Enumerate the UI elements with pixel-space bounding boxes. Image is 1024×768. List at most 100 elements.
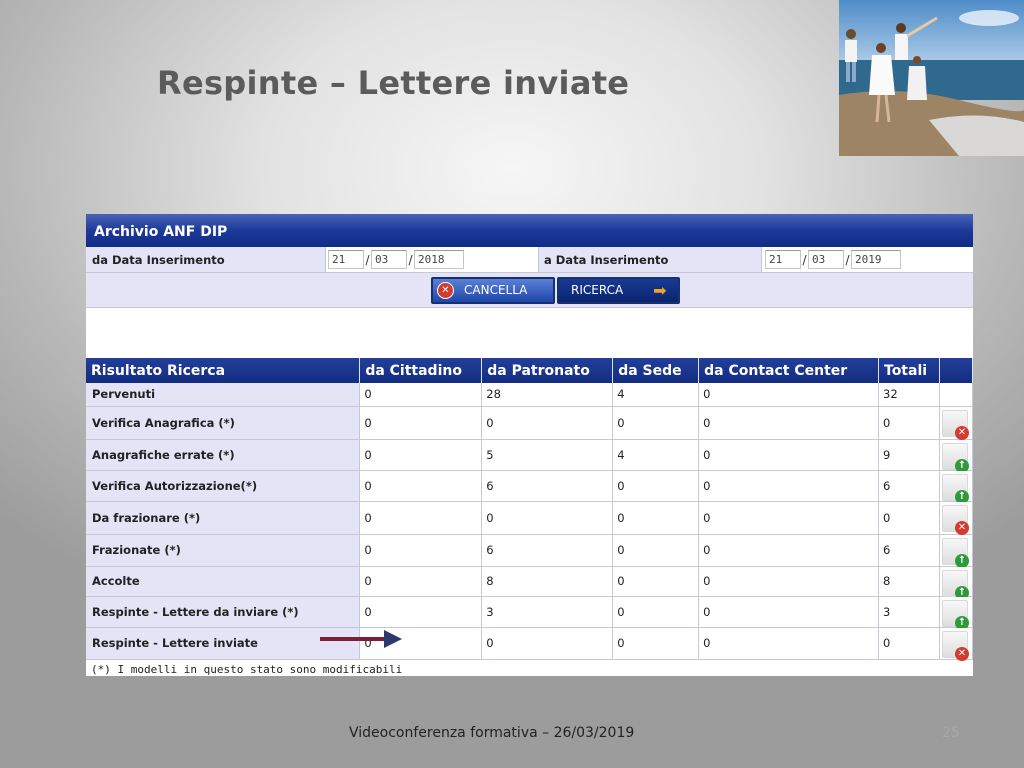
col-header-patronato: da Patronato bbox=[481, 358, 614, 383]
enable-button[interactable]: ↑ bbox=[941, 599, 969, 630]
from-year-input[interactable]: 2018 bbox=[414, 250, 464, 269]
results-header-row: Risultato Ricerca da Cittadino da Patron… bbox=[86, 358, 973, 383]
cell-contact-center: 0 bbox=[698, 470, 879, 502]
to-day-input[interactable]: 21 bbox=[765, 250, 801, 269]
col-header-contact-center: da Contact Center bbox=[698, 358, 879, 383]
date-separator: / bbox=[365, 252, 370, 267]
enable-button[interactable]: ↑ bbox=[941, 537, 969, 568]
table-row: Frazionate (*) 0 6 0 0 6 ↑ bbox=[86, 534, 973, 568]
cell-office: 0 bbox=[612, 566, 700, 597]
row-action-cell: ↑ bbox=[939, 566, 973, 600]
row-label: Respinte - Lettere da inviare (*) bbox=[86, 596, 361, 628]
table-row: Verifica Anagrafica (*) 0 0 0 0 0 ✕ bbox=[86, 406, 973, 440]
cell-patronato: 0 bbox=[481, 501, 614, 535]
enable-button[interactable]: ↑ bbox=[941, 442, 969, 473]
cell-office: 4 bbox=[612, 383, 700, 407]
cell-patronato: 8 bbox=[481, 566, 614, 597]
arrow-right-icon: ➡ bbox=[653, 280, 667, 300]
date-separator: / bbox=[802, 252, 807, 267]
cell-patronato: 5 bbox=[481, 439, 614, 471]
row-action-cell bbox=[939, 383, 973, 407]
date-separator: / bbox=[845, 252, 850, 267]
table-row: Anagrafiche errate (*) 0 5 4 0 9 ↑ bbox=[86, 439, 973, 473]
to-month-input[interactable]: 03 bbox=[808, 250, 844, 269]
search-button[interactable]: RICERCA ➡ bbox=[557, 276, 680, 304]
cell-contact-center: 0 bbox=[698, 439, 879, 471]
archive-panel: Archivio ANF DIP da Data Inserimento 21 … bbox=[86, 214, 973, 676]
row-action-cell: ✕ bbox=[939, 501, 973, 535]
delete-icon: ✕ bbox=[954, 646, 969, 661]
cell-contact-center: 0 bbox=[698, 596, 879, 628]
cancel-button[interactable]: ✕ CANCELLA bbox=[431, 276, 555, 304]
cell-citizen: 0 bbox=[359, 383, 483, 407]
cell-total: 9 bbox=[878, 439, 940, 471]
date-separator: / bbox=[408, 252, 413, 267]
cell-patronato: 3 bbox=[481, 596, 614, 628]
cell-contact-center: 0 bbox=[698, 383, 879, 407]
cell-total: 6 bbox=[878, 534, 940, 567]
cell-office: 4 bbox=[612, 439, 700, 471]
cell-patronato: 0 bbox=[481, 627, 614, 660]
row-label: Anagrafiche errate (*) bbox=[86, 439, 361, 471]
cell-citizen: 0 bbox=[359, 439, 483, 471]
col-header-citizen: da Cittadino bbox=[359, 358, 483, 383]
enable-button[interactable]: ↑ bbox=[941, 569, 969, 600]
table-row: Da frazionare (*) 0 0 0 0 0 ✕ bbox=[86, 501, 973, 535]
delete-icon: ✕ bbox=[954, 425, 969, 440]
row-label: Respinte - Lettere inviate bbox=[86, 627, 361, 660]
row-label: Verifica Anagrafica (*) bbox=[86, 406, 361, 440]
from-date-group: 21 / 03 / 2018 bbox=[326, 247, 538, 272]
cell-total: 6 bbox=[878, 470, 940, 502]
cell-total: 0 bbox=[878, 406, 940, 440]
table-row: Respinte - Lettere inviate 0 0 0 0 0 ✕ bbox=[86, 627, 973, 661]
table-row: Verifica Autorizzazione(*) 0 6 0 0 6 ↑ bbox=[86, 470, 973, 504]
slide-title: Respinte – Lettere inviate bbox=[157, 64, 630, 102]
row-action-cell: ↑ bbox=[939, 470, 973, 504]
cell-office: 0 bbox=[612, 501, 700, 535]
cell-citizen: 0 bbox=[359, 501, 483, 535]
cell-patronato: 6 bbox=[481, 534, 614, 567]
delete-button[interactable]: ✕ bbox=[941, 409, 969, 440]
cell-contact-center: 0 bbox=[698, 534, 879, 567]
slide-footer: Videoconferenza formativa – 26/03/2019 bbox=[349, 725, 635, 741]
from-day-input[interactable]: 21 bbox=[328, 250, 364, 269]
cell-patronato: 0 bbox=[481, 406, 614, 440]
to-year-input[interactable]: 2019 bbox=[851, 250, 901, 269]
cell-office: 0 bbox=[612, 534, 700, 567]
delete-button[interactable]: ✕ bbox=[941, 630, 969, 661]
from-date-label: da Data Inserimento bbox=[86, 247, 326, 272]
cell-office: 0 bbox=[612, 406, 700, 440]
enable-button[interactable]: ↑ bbox=[941, 473, 969, 504]
cell-patronato: 6 bbox=[481, 470, 614, 502]
cell-office: 0 bbox=[612, 596, 700, 628]
cell-total: 0 bbox=[878, 627, 940, 660]
from-month-input[interactable]: 03 bbox=[371, 250, 407, 269]
delete-button[interactable]: ✕ bbox=[941, 504, 969, 535]
cell-citizen: 0 bbox=[359, 406, 483, 440]
pointer-arrow-icon bbox=[320, 630, 402, 648]
close-icon: ✕ bbox=[437, 281, 454, 299]
results-table: Risultato Ricerca da Cittadino da Patron… bbox=[86, 358, 973, 661]
delete-icon: ✕ bbox=[954, 520, 969, 535]
date-filter-row: da Data Inserimento 21 / 03 / 2018 a Dat… bbox=[86, 247, 973, 273]
row-label: Da frazionare (*) bbox=[86, 501, 361, 535]
col-header-totals: Totali bbox=[878, 358, 940, 383]
cancel-button-label: CANCELLA bbox=[464, 283, 528, 297]
cell-contact-center: 0 bbox=[698, 627, 879, 660]
cell-citizen: 0 bbox=[359, 566, 483, 597]
row-action-cell: ✕ bbox=[939, 406, 973, 440]
row-action-cell: ↑ bbox=[939, 596, 973, 630]
cell-office: 0 bbox=[612, 470, 700, 502]
cell-total: 0 bbox=[878, 501, 940, 535]
cell-total: 8 bbox=[878, 566, 940, 597]
cell-total: 32 bbox=[878, 383, 940, 407]
panel-spacer bbox=[86, 308, 973, 358]
col-header-result: Risultato Ricerca bbox=[86, 358, 361, 383]
cell-citizen: 0 bbox=[359, 534, 483, 567]
row-label: Frazionate (*) bbox=[86, 534, 361, 567]
col-header-office: da Sede bbox=[612, 358, 700, 383]
row-label: Verifica Autorizzazione(*) bbox=[86, 470, 361, 502]
cell-citizen: 0 bbox=[359, 470, 483, 502]
cell-total: 3 bbox=[878, 596, 940, 628]
row-action-cell: ↑ bbox=[939, 439, 973, 473]
